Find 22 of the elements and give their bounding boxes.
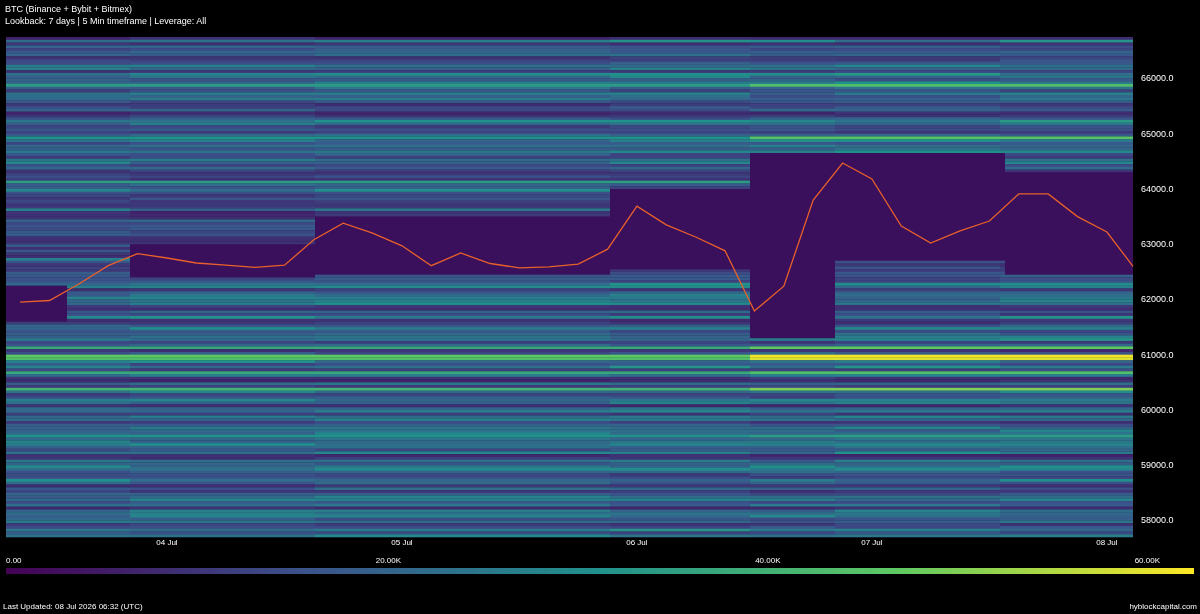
- axis-label: 05 Jul: [391, 538, 413, 547]
- axis-label: 65000.0: [1141, 128, 1174, 139]
- axis-label: 64000.0: [1141, 183, 1174, 194]
- axis-label: 61000.0: [1141, 349, 1174, 360]
- scale-label: 60.00K: [1134, 556, 1160, 566]
- scale-label: 40.00K: [755, 556, 781, 566]
- axis-label: 08 Jul: [1096, 538, 1118, 547]
- site-address: hyblockcapital.com: [1129, 602, 1197, 612]
- axis-label: 06 Jul: [626, 538, 648, 547]
- scale-label: 0.00: [6, 556, 22, 566]
- chart-subtitle: Lookback: 7 days | 5 Min timeframe | Leverage: All: [5, 15, 208, 27]
- axis-label: 04 Jul: [156, 538, 178, 547]
- axis-label: 07 Jul: [861, 538, 883, 547]
- chart-title: BTC (Binance + Bybit + Bitmex): [5, 3, 134, 15]
- axis-label: 59000.0: [1141, 460, 1174, 471]
- scale-label: 20.00K: [375, 556, 402, 566]
- last-updated: Last Updated: 08 Jul 2026 06:32 (UTC): [3, 602, 143, 612]
- axis-label: 63000.0: [1141, 239, 1174, 250]
- axis-label: 62000.0: [1141, 294, 1174, 305]
- axis-label: 66000.0: [1141, 73, 1174, 84]
- axis-label: 58000.0: [1141, 515, 1174, 526]
- axis-label: 60000.0: [1141, 404, 1174, 415]
